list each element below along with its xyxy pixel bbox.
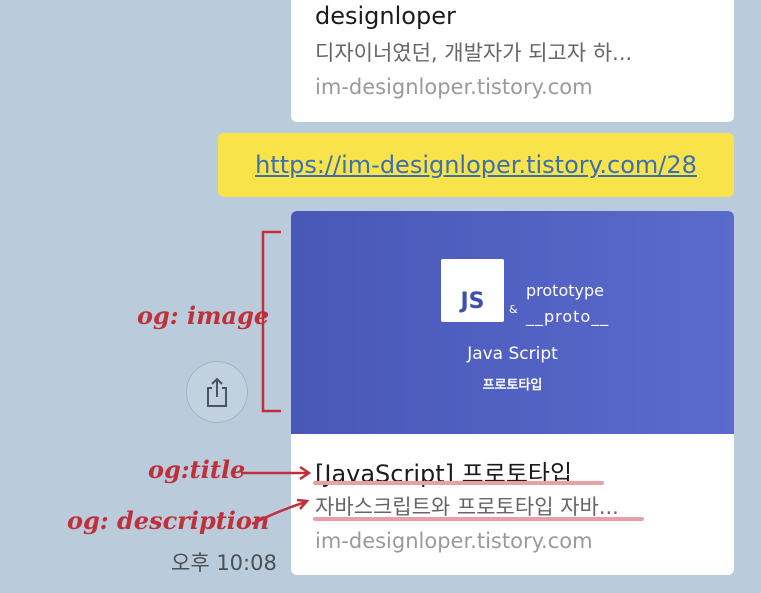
- og-title-arrow: [241, 465, 312, 481]
- annotation-marks: [241, 230, 312, 526]
- og-image-bracket: [261, 230, 281, 413]
- og-description-arrow: [251, 498, 310, 526]
